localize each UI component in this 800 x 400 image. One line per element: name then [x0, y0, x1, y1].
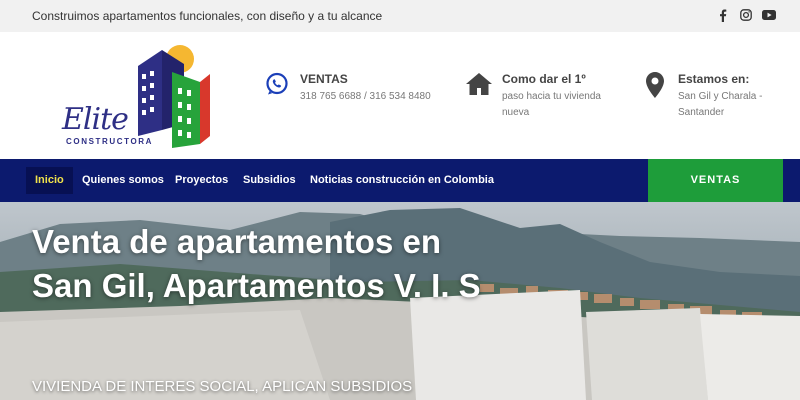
nav-item-proyectos[interactable]: Proyectos [166, 167, 237, 194]
social-links [716, 8, 776, 22]
whatsapp-icon [262, 72, 292, 102]
top-bar: Construimos apartamentos funcionales, co… [0, 0, 800, 32]
info-ventas-phones[interactable]: 318 765 6688 / 316 534 8480 [300, 89, 431, 105]
info-ubicacion: Estamos en: San Gil y Charala - Santande… [640, 72, 778, 121]
logo[interactable]: Elite CONSTRUCTORA [60, 44, 215, 149]
nav-item-inicio[interactable]: Inicio [26, 167, 73, 194]
logo-subtext: CONSTRUCTORA [66, 137, 154, 146]
home-icon [464, 72, 494, 102]
info-como-title: Como dar el 1º [502, 72, 586, 86]
instagram-icon[interactable] [739, 8, 753, 22]
hero-subtitle: VIVIENDA DE INTERES SOCIAL, APLICAN SUBS… [32, 378, 413, 395]
info-ubicacion-title: Estamos en: [678, 72, 750, 86]
nav-item-quienes-somos[interactable]: Quienes somos [73, 167, 173, 194]
location-pin-icon [640, 72, 670, 102]
facebook-icon[interactable] [716, 8, 730, 22]
logo-text: Elite [62, 102, 129, 137]
info-ventas-title: VENTAS [300, 72, 348, 86]
nav-item-noticias[interactable]: Noticias construcción en Colombia [301, 167, 503, 194]
ventas-button[interactable]: VENTAS [648, 159, 783, 202]
nav-item-subsidios[interactable]: Subsidios [234, 167, 305, 194]
header: Elite CONSTRUCTORA VENTAS 318 765 6688 /… [0, 32, 800, 159]
info-ventas: VENTAS 318 765 6688 / 316 534 8480 [262, 72, 431, 105]
tagline: Construimos apartamentos funcionales, co… [32, 9, 383, 23]
info-como-text: paso hacia tu vivienda nueva [502, 91, 601, 118]
main-nav: Inicio Quienes somos Proyectos Subsidios… [0, 159, 800, 202]
info-ubicacion-text: San Gil y Charala - Santander [678, 91, 763, 118]
info-como: Como dar el 1º paso hacia tu vivienda nu… [464, 72, 612, 121]
hero-banner: Venta de apartamentos en San Gil, Aparta… [0, 202, 800, 400]
hero-title: Venta de apartamentos en San Gil, Aparta… [32, 223, 481, 304]
youtube-icon[interactable] [762, 8, 776, 22]
